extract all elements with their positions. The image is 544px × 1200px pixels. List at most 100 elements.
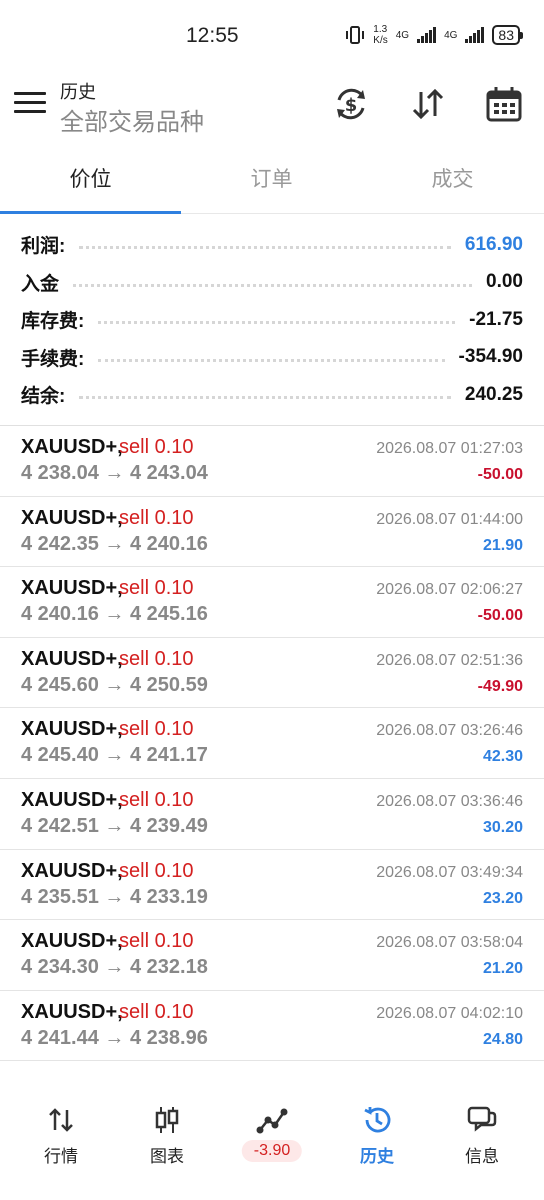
trade-side: sell 0.10 (119, 647, 194, 670)
nav-messages[interactable]: 信息 (428, 1090, 536, 1180)
dotted-leader (73, 283, 473, 287)
summary-row-deposit: 入金 0.00 (0, 264, 544, 302)
trade-row[interactable]: XAUUSD+, sell 0.10 4 241.44 → 4 238.96 2… (0, 991, 544, 1062)
summary-panel: 利润: 616.90 入金 0.00 库存费: -21.75 手续费: -354… (0, 226, 544, 414)
tab-positions[interactable]: 价位 (0, 146, 181, 214)
trade-side: sell 0.10 (119, 930, 194, 953)
trade-line-icon (256, 1108, 288, 1134)
dotted-leader (79, 246, 451, 250)
summary-value: -354.90 (458, 346, 523, 368)
summary-label: 手续费: (21, 348, 85, 370)
symbol-filter[interactable]: 全部交易品种 (60, 102, 204, 137)
tab-orders[interactable]: 订单 (181, 146, 362, 214)
trade-prices: 4 238.04 → 4 243.04 (21, 462, 208, 484)
status-bar: 12:55 1.3 K/s 4G 4G 83 (0, 0, 544, 72)
network-type-1: 4G (395, 29, 410, 41)
trade-prices: 4 245.60 → 4 250.59 (21, 673, 208, 696)
signal-icon-2 (465, 27, 485, 43)
trade-time: 2026.08.07 03:26:46 (376, 722, 523, 740)
trade-prices: 4 242.51 → 4 239.49 (21, 814, 208, 837)
nav-history[interactable]: 历史 (323, 1090, 431, 1180)
trade-prices: 4 241.44 → 4 238.96 (21, 1026, 208, 1049)
trade-side: sell 0.10 (119, 859, 194, 882)
trade-symbol: XAUUSD+, (21, 788, 123, 811)
trade-profit: -49.90 (477, 677, 523, 695)
trade-row[interactable]: XAUUSD+, sell 0.10 4 240.16 → 4 245.16 2… (0, 567, 544, 638)
summary-value: -21.75 (469, 308, 523, 330)
trade-time: 2026.08.07 01:27:03 (376, 440, 523, 457)
trade-symbol: XAUUSD+, (21, 506, 123, 529)
trade-profit: 24.80 (482, 1030, 523, 1048)
vibrate-icon (346, 26, 365, 44)
trade-symbol: XAUUSD+, (21, 1000, 123, 1023)
net-speed: 1.3 K/s (373, 24, 387, 46)
nav-label: 图表 (150, 1147, 184, 1166)
trade-symbol: XAUUSD+, (21, 718, 123, 741)
summary-value: 240.25 (464, 383, 523, 405)
trade-row[interactable]: XAUUSD+, sell 0.10 4 245.40 → 4 241.17 2… (0, 708, 544, 779)
trade-row[interactable]: XAUUSD+, sell 0.10 4 238.04 → 4 243.04 2… (0, 426, 544, 497)
summary-row-balance: 结余: 240.25 (0, 376, 544, 414)
trade-profit: 30.20 (482, 818, 523, 836)
trade-row[interactable]: XAUUSD+, sell 0.10 4 235.51 → 4 233.19 2… (0, 850, 544, 921)
trade-symbol: XAUUSD+, (21, 577, 123, 600)
trade-side: sell 0.10 (119, 788, 194, 811)
dotted-leader (98, 358, 445, 362)
trade-side: sell 0.10 (119, 506, 194, 529)
nav-trade[interactable]: -3.90 (218, 1090, 326, 1180)
calendar-icon[interactable] (484, 84, 524, 124)
dotted-leader (98, 321, 456, 325)
nav-label: 行情 (44, 1147, 78, 1166)
trade-profit: 21.20 (482, 960, 523, 978)
dotted-leader (79, 396, 451, 400)
trade-row[interactable]: XAUUSD+, sell 0.10 4 245.60 → 4 250.59 2… (0, 638, 544, 709)
summary-label: 结余: (21, 386, 66, 408)
nav-chart[interactable]: 图表 (113, 1090, 221, 1180)
status-time: 12:55 (186, 24, 239, 47)
status-icons: 1.3 K/s 4G 4G 83 (345, 24, 523, 46)
trade-time: 2026.08.07 03:58:04 (376, 934, 523, 952)
currency-exchange-icon[interactable]: $ (331, 84, 371, 124)
trade-row[interactable]: XAUUSD+, sell 0.10 4 242.51 → 4 239.49 2… (0, 779, 544, 850)
toolbar: 历史 全部交易品种 $ (0, 72, 544, 146)
trade-prices: 4 240.16 → 4 245.16 (21, 603, 208, 626)
trade-profit: 23.20 (482, 889, 523, 907)
nav-label: 历史 (360, 1147, 394, 1166)
quotes-arrows-icon (49, 1108, 73, 1132)
trade-prices: 4 235.51 → 4 233.19 (21, 885, 208, 908)
trade-side: sell 0.10 (119, 718, 194, 741)
trade-profit: 21.90 (482, 536, 523, 554)
trade-prices: 4 234.30 → 4 232.18 (21, 956, 208, 979)
page-title: 历史 (60, 82, 96, 102)
summary-row-commission: 手续费: -354.90 (0, 339, 544, 377)
trade-symbol: XAUUSD+, (21, 859, 123, 882)
trade-time: 2026.08.07 02:06:27 (376, 581, 523, 599)
tab-active-indicator (0, 211, 181, 214)
net-speed-unit: K/s (373, 35, 388, 46)
trade-prices: 4 245.40 → 4 241.17 (21, 744, 208, 767)
signal-icon-1 (417, 27, 437, 43)
messages-icon (467, 1106, 497, 1132)
summary-value: 0.00 (486, 271, 523, 293)
battery-indicator: 83 (492, 25, 523, 45)
net-speed-value: 1.3 (373, 24, 388, 35)
trade-list: XAUUSD+, sell 0.10 4 238.04 → 4 243.04 2… (0, 426, 544, 1062)
summary-label: 库存费: (21, 311, 85, 333)
summary-label: 利润: (21, 236, 66, 258)
trade-time: 2026.08.07 02:51:36 (376, 651, 523, 669)
trade-profit: -50.00 (477, 466, 523, 483)
tab-deals[interactable]: 成交 (362, 146, 543, 214)
trade-side: sell 0.10 (119, 1000, 194, 1023)
sort-icon[interactable] (408, 84, 448, 124)
trade-row[interactable]: XAUUSD+, sell 0.10 4 234.30 → 4 232.18 2… (0, 920, 544, 991)
network-type-2: 4G (444, 29, 458, 41)
trade-row[interactable]: XAUUSD+, sell 0.10 4 242.35 → 4 240.16 2… (0, 497, 544, 568)
candlestick-icon (155, 1107, 179, 1133)
history-clock-icon (364, 1107, 391, 1133)
nav-quotes[interactable]: 行情 (7, 1090, 115, 1180)
trade-profit: -50.00 (477, 607, 523, 625)
svg-text:$: $ (345, 95, 358, 116)
trade-time: 2026.08.07 03:49:34 (376, 863, 523, 881)
menu-icon[interactable] (14, 92, 46, 118)
summary-row-swap: 库存费: -21.75 (0, 301, 544, 339)
